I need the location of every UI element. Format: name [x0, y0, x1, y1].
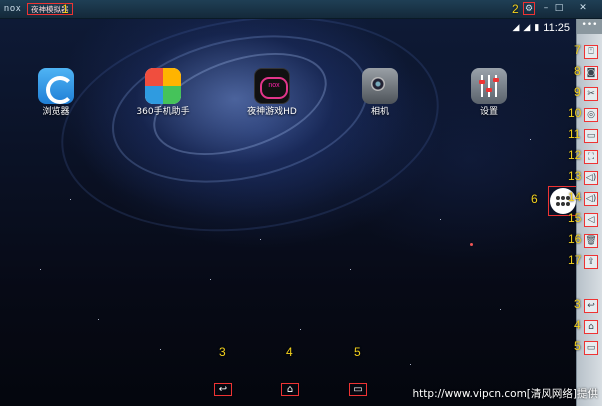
- annotation-toolbar-5: 5: [574, 339, 581, 353]
- annotation-13: 13: [568, 169, 582, 183]
- annotation-toolbar-3: 3: [574, 297, 581, 311]
- annotation-15: 15: [568, 211, 582, 225]
- watermark: http://www.vipcn.com[清风网络]提供: [412, 388, 598, 400]
- battery-icon: ▮: [534, 23, 540, 33]
- toolbar-handle[interactable]: •••: [577, 19, 602, 34]
- annotation-1: 1: [62, 2, 69, 16]
- scissors-icon[interactable]: ✂: [584, 87, 598, 101]
- annotation-9: 9: [574, 85, 581, 99]
- settings-app-icon[interactable]: [471, 68, 507, 104]
- signal-icon: ◢: [523, 23, 531, 33]
- back-button[interactable]: ↩: [214, 383, 232, 396]
- settings-gear-icon[interactable]: ⚙: [523, 2, 535, 15]
- title-bar: nox 夜神模拟器 1 2 ⚙ – □ ✕: [0, 0, 602, 19]
- annotation-8: 8: [574, 64, 581, 78]
- star: [470, 243, 473, 246]
- star: [530, 139, 531, 140]
- annotation-10: 10: [568, 106, 582, 120]
- location-icon[interactable]: ◎: [584, 108, 598, 122]
- 360-assistant-icon[interactable]: [145, 68, 181, 104]
- browser-icon[interactable]: [38, 68, 74, 104]
- star: [40, 269, 41, 270]
- app-label: 浏览器: [42, 107, 70, 117]
- trash-icon[interactable]: 🗑: [584, 234, 598, 248]
- nox-games-icon[interactable]: [254, 68, 290, 104]
- star: [350, 269, 351, 270]
- wallpaper-swirl: [47, 19, 453, 255]
- fullscreen-icon[interactable]: ⛶: [584, 150, 598, 164]
- volume-up-icon[interactable]: ◁): [584, 171, 598, 185]
- annotation-5: 5: [354, 345, 361, 359]
- clock: 11:25: [543, 22, 570, 34]
- star: [300, 329, 301, 330]
- star: [210, 279, 211, 280]
- toolbar-recent-icon[interactable]: ▭: [584, 341, 598, 355]
- star: [70, 199, 71, 200]
- minimize-icon[interactable]: –: [540, 2, 552, 15]
- star: [410, 364, 411, 365]
- app-label: 相机: [370, 107, 389, 117]
- annotation-2: 2: [512, 2, 519, 16]
- nox-logo: nox: [4, 3, 22, 13]
- app-label: 夜神游戏HD: [247, 107, 297, 117]
- app-label: 360手机助手: [136, 107, 190, 117]
- android-screen[interactable]: ◢ ◢ ▮ 11:25 浏览器 360手机助手 夜神游戏HD 相机 设置 3 4…: [0, 19, 576, 406]
- annotation-11: 11: [568, 127, 581, 141]
- annotation-6: 6: [531, 192, 538, 206]
- annotation-17: 17: [568, 253, 582, 267]
- star: [500, 309, 501, 310]
- maximize-icon[interactable]: □: [553, 2, 565, 15]
- star: [160, 349, 161, 350]
- annotation-14: 14: [568, 190, 582, 204]
- annotation-12: 12: [568, 148, 582, 162]
- shake-icon[interactable]: ⇪: [584, 255, 598, 269]
- star: [260, 239, 261, 240]
- star: [98, 319, 99, 320]
- wifi-icon: ◢: [512, 23, 520, 33]
- app-nox-games-hd[interactable]: 夜神游戏HD: [232, 68, 312, 118]
- annotation-4: 4: [286, 345, 293, 359]
- camera-icon[interactable]: [362, 68, 398, 104]
- home-button[interactable]: ⌂: [281, 383, 299, 396]
- volume-mid-icon[interactable]: ◁): [584, 192, 598, 206]
- app-settings[interactable]: 设置: [449, 68, 529, 118]
- close-icon[interactable]: ✕: [566, 2, 600, 15]
- keyboard-icon[interactable]: ▭: [584, 129, 598, 143]
- annotation-7: 7: [574, 43, 581, 57]
- app-label: 设置: [479, 107, 498, 117]
- app-360-assistant[interactable]: 360手机助手: [123, 68, 203, 118]
- screenshot-icon[interactable]: ◙: [584, 66, 598, 80]
- annotation-3: 3: [219, 345, 226, 359]
- volume-down-icon[interactable]: ◁: [584, 213, 598, 227]
- annotation-toolbar-4: 4: [574, 318, 581, 332]
- status-bar: ◢ ◢ ▮ 11:25: [512, 21, 570, 35]
- apk-install-icon[interactable]: ⍞: [584, 45, 598, 59]
- toolbar-back-icon[interactable]: ↩: [584, 299, 598, 313]
- recent-apps-button[interactable]: ▭: [349, 383, 367, 396]
- app-browser[interactable]: 浏览器: [16, 68, 96, 118]
- annotation-16: 16: [568, 232, 582, 246]
- star: [440, 219, 441, 220]
- toolbar-home-icon[interactable]: ⌂: [584, 320, 598, 334]
- app-camera[interactable]: 相机: [340, 68, 420, 118]
